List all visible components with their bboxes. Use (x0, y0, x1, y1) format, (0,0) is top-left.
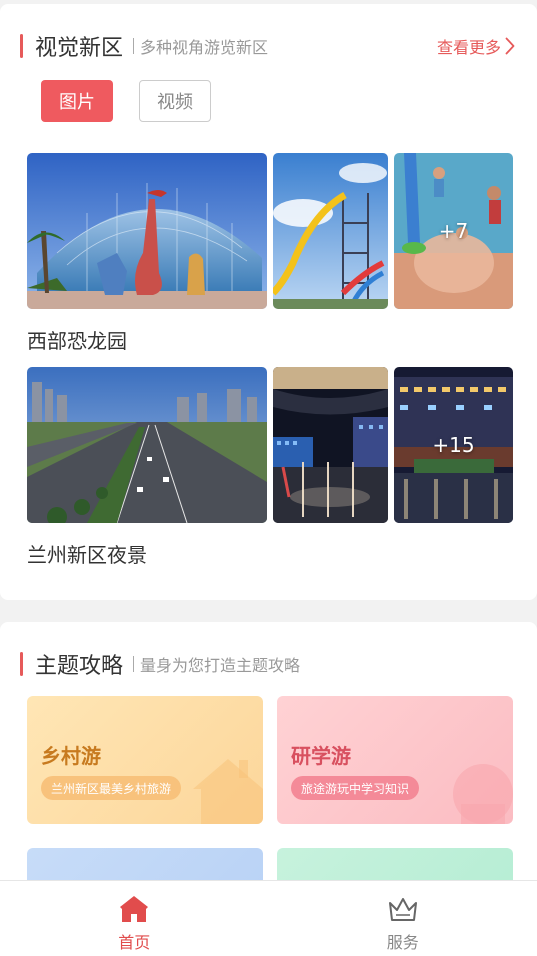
crown-icon (388, 898, 417, 921)
photo-thumbnail[interactable]: +15 (394, 367, 513, 523)
view-more-label: 查看更多 (436, 38, 501, 57)
tab-services-label: 服务 (386, 933, 419, 952)
section-divider (133, 38, 135, 54)
tab-services[interactable]: 服务 (269, 881, 537, 956)
section-title: 视觉新区 (35, 36, 124, 61)
tile-title: 研学游 (291, 744, 351, 768)
album-lanzhou-night-view[interactable]: +15 兰州新区夜景 (27, 367, 513, 567)
photo-thumbnail[interactable]: +7 (394, 153, 513, 309)
view-more-link[interactable]: 查看更多 (437, 34, 515, 58)
tile-tag: 兰州新区最美乡村旅游 (41, 776, 182, 800)
album-dinosaur-park[interactable]: +7 西部恐龙园 (27, 153, 513, 353)
tile-tag: 旅途游玩中学习知识 (291, 776, 420, 800)
photo-thumbnail[interactable] (273, 367, 388, 523)
graduation-cap-icon (453, 764, 513, 824)
tab-home-label: 首页 (118, 933, 151, 952)
photo-thumbnail[interactable] (27, 153, 267, 309)
album-caption: 西部恐龙园 (27, 329, 127, 353)
section-divider (133, 656, 135, 672)
theme-tile-study-tour[interactable]: 研学游 旅途游玩中学习知识 (277, 696, 513, 824)
section-subtitle: 多种视角游览新区 (140, 38, 269, 57)
visual-section-header: 视觉新区 多种视角游览新区 查看更多 (20, 28, 515, 64)
album-caption: 兰州新区夜景 (27, 543, 147, 567)
more-photos-count: +15 (432, 433, 475, 457)
bottom-tab-bar: 首页 服务 (0, 880, 537, 956)
section-accent-bar (20, 652, 23, 676)
section-accent-bar (20, 34, 23, 58)
theme-tile-rural-tour[interactable]: 乡村游 兰州新区最美乡村旅游 (27, 696, 263, 824)
tab-pictures[interactable]: 图片 (41, 80, 113, 122)
more-photos-count: +7 (438, 219, 469, 243)
photo-thumbnail[interactable] (273, 153, 388, 309)
tab-home[interactable]: 首页 (0, 881, 269, 956)
visual-section-card: 视觉新区 多种视角游览新区 查看更多 图片 视频 +7 西部恐龙园 +15 兰州… (0, 4, 537, 600)
section-subtitle: 量身为您打造主题攻略 (140, 656, 301, 675)
tile-title: 乡村游 (41, 744, 101, 768)
house-icon (193, 759, 263, 824)
home-icon (120, 896, 149, 922)
photo-thumbnail[interactable] (27, 367, 267, 523)
theme-section-header: 主题攻略 量身为您打造主题攻略 (20, 646, 515, 682)
tab-videos[interactable]: 视频 (139, 80, 211, 122)
chevron-right-icon (505, 37, 515, 55)
section-title: 主题攻略 (35, 654, 124, 679)
